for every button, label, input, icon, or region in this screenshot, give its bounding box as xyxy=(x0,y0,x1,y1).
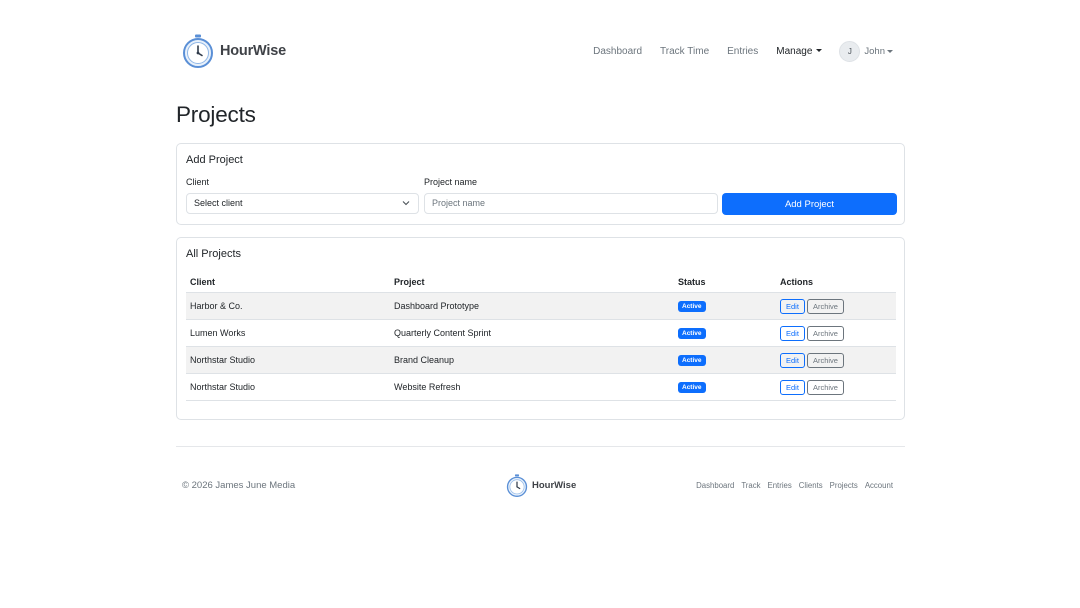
cell-client: Harbor & Co. xyxy=(186,292,390,320)
nav-dashboard[interactable]: Dashboard xyxy=(593,46,642,57)
footer-brand-link[interactable]: HourWise xyxy=(506,474,576,497)
stopwatch-logo-icon xyxy=(183,34,213,68)
cell-project: Brand Cleanup xyxy=(390,346,674,374)
page-title: Projects xyxy=(176,102,256,127)
copyright-text: © 2026 James June Media xyxy=(182,480,296,491)
status-badge: Active xyxy=(678,328,706,339)
table-row: Harbor & Co. Dashboard Prototype Active … xyxy=(186,292,896,320)
header-actions: Actions xyxy=(776,272,896,293)
nav-manage-dropdown[interactable]: Manage xyxy=(776,45,823,57)
table-row: Northstar Studio Brand Cleanup Active Ed… xyxy=(186,346,896,374)
projects-table: Client Project Status Actions Harbor & C… xyxy=(186,272,896,401)
add-project-button[interactable]: Add Project xyxy=(722,193,897,215)
edit-button[interactable]: Edit xyxy=(780,325,805,341)
header-status: Status xyxy=(674,272,776,293)
footer-links: Dashboard Track Entries Clients Projects… xyxy=(689,481,893,490)
edit-button[interactable]: Edit xyxy=(780,379,805,395)
cell-status: Active xyxy=(674,292,776,320)
footer-link-track[interactable]: Track xyxy=(741,481,760,490)
archive-button[interactable]: Archive xyxy=(806,352,844,368)
nav-track-time[interactable]: Track Time xyxy=(660,46,709,57)
status-badge: Active xyxy=(678,355,706,366)
cell-client: Northstar Studio xyxy=(186,346,390,374)
footer-brand-name: HourWise xyxy=(532,480,577,491)
chevron-down-icon xyxy=(402,201,410,206)
cell-status: Active xyxy=(674,373,776,401)
cell-project: Dashboard Prototype xyxy=(390,292,674,320)
footer-divider xyxy=(176,446,905,447)
avatar: J xyxy=(839,40,861,62)
all-projects-title: All Projects xyxy=(186,248,242,260)
cell-actions: Edit Archive xyxy=(776,292,896,320)
client-label: Client xyxy=(186,177,210,187)
archive-button[interactable]: Archive xyxy=(806,379,844,395)
archive-button[interactable]: Archive xyxy=(806,298,844,314)
cell-actions: Edit Archive xyxy=(776,319,896,347)
project-name-label: Project name xyxy=(424,177,478,187)
cell-client: Northstar Studio xyxy=(186,373,390,401)
edit-button[interactable]: Edit xyxy=(780,352,805,368)
table-row: Lumen Works Quarterly Content Sprint Act… xyxy=(186,319,896,347)
user-menu[interactable]: J John xyxy=(839,40,893,62)
status-badge: Active xyxy=(678,382,706,393)
cell-actions: Edit Archive xyxy=(776,346,896,374)
footer-link-dashboard[interactable]: Dashboard xyxy=(696,481,734,490)
top-navbar: HourWise Dashboard Track Time Entries Ma… xyxy=(176,32,905,70)
add-project-card: Add Project Client Project name Select c… xyxy=(176,143,905,225)
add-project-title: Add Project xyxy=(186,154,243,166)
caret-down-icon xyxy=(816,49,823,53)
cell-client: Lumen Works xyxy=(186,319,390,347)
table-header-row: Client Project Status Actions xyxy=(186,272,896,293)
project-name-input[interactable]: Project name xyxy=(424,193,718,214)
nav-manage-label: Manage xyxy=(776,45,813,57)
cell-project: Website Refresh xyxy=(390,373,674,401)
header-client: Client xyxy=(186,272,390,293)
cell-status: Active xyxy=(674,346,776,374)
cell-project: Quarterly Content Sprint xyxy=(390,319,674,347)
nav-entries[interactable]: Entries xyxy=(727,46,758,57)
header-project: Project xyxy=(390,272,674,293)
footer-link-account[interactable]: Account xyxy=(865,481,893,490)
cell-status: Active xyxy=(674,319,776,347)
client-select-value: Select client xyxy=(194,198,243,208)
brand-logo-link[interactable]: HourWise xyxy=(182,34,286,68)
edit-button[interactable]: Edit xyxy=(780,298,805,314)
cell-actions: Edit Archive xyxy=(776,373,896,401)
nav-links: Dashboard Track Time Entries Manage J Jo… xyxy=(575,39,893,63)
stopwatch-logo-icon xyxy=(506,474,528,497)
archive-button[interactable]: Archive xyxy=(806,325,844,341)
caret-down-icon xyxy=(887,49,893,53)
footer-link-entries[interactable]: Entries xyxy=(768,481,792,490)
all-projects-card: All Projects Client Project Status Actio… xyxy=(176,237,905,420)
footer-link-projects[interactable]: Projects xyxy=(830,481,858,490)
brand-name: HourWise xyxy=(220,43,286,59)
status-badge: Active xyxy=(678,301,706,312)
user-name: John xyxy=(864,45,885,57)
footer-link-clients[interactable]: Clients xyxy=(799,481,823,490)
client-select[interactable]: Select client xyxy=(186,193,419,214)
table-row: Northstar Studio Website Refresh Active … xyxy=(186,373,896,401)
